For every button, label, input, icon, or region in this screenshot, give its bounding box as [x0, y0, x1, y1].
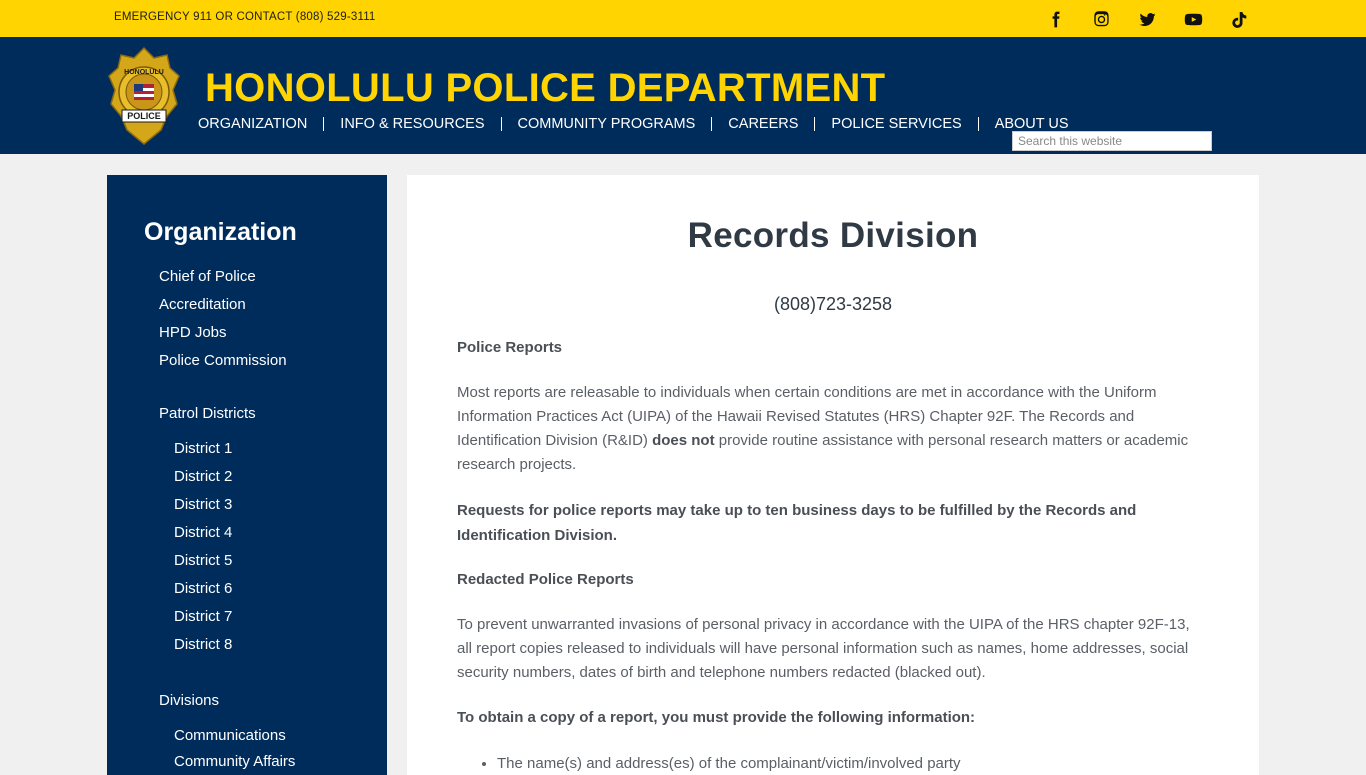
- sidebar-divisions[interactable]: Divisions: [159, 692, 219, 709]
- nav-divider: [814, 117, 816, 131]
- nav-careers[interactable]: CAREERS: [728, 115, 798, 133]
- search-input[interactable]: [1012, 131, 1212, 151]
- sidebar-district-4[interactable]: District 4: [174, 524, 232, 541]
- division-phone: (808)723-3258: [773, 294, 893, 314]
- redaction-paragraph: To prevent unwarranted invasions of pers…: [457, 616, 1190, 681]
- top-bar: EMERGENCY 911 OR CONTACT (808) 529-3111: [0, 0, 1366, 37]
- main-nav: ORGANIZATION INFO & RESOURCES COMMUNITY …: [198, 114, 1069, 134]
- nav-info-resources[interactable]: INFO & RESOURCES: [340, 115, 484, 133]
- sidebar-link-accreditation[interactable]: Accreditation: [159, 296, 246, 313]
- sidebar-division-community-affairs[interactable]: Community Affairs: [174, 753, 295, 770]
- sidebar-district-2[interactable]: District 2: [174, 468, 232, 485]
- sidebar-district-6[interactable]: District 6: [174, 580, 232, 597]
- nav-divider: [323, 117, 325, 131]
- facebook-icon[interactable]: [1044, 8, 1066, 30]
- page-title: Records Division: [687, 216, 979, 255]
- list-item: The name(s) and address(es) of the compl…: [497, 755, 1203, 772]
- sidebar-title: Organization: [144, 218, 297, 246]
- nav-divider: [500, 117, 502, 131]
- required-info-list: The name(s) and address(es) of the compl…: [497, 755, 1203, 772]
- youtube-icon[interactable]: [1182, 8, 1204, 30]
- sidebar-patrol-districts[interactable]: Patrol Districts: [159, 405, 256, 422]
- hpd-badge-logo[interactable]: HONOLULU POLICE: [107, 46, 181, 146]
- main-content: Records Division (808)723-3258 Police Re…: [407, 175, 1259, 775]
- badge-text-top: HONOLULU: [124, 69, 164, 76]
- sidebar-link-chief[interactable]: Chief of Police: [159, 268, 256, 285]
- obtain-report-instructions: To obtain a copy of a report, you must p…: [457, 709, 976, 726]
- emphasis-text: does not: [652, 432, 715, 449]
- sidebar-district-8[interactable]: District 8: [174, 636, 232, 653]
- sidebar-district-3[interactable]: District 3: [174, 496, 232, 513]
- sidebar-division-communications[interactable]: Communications: [174, 727, 286, 744]
- sidebar-district-1[interactable]: District 1: [174, 440, 232, 457]
- nav-police-services[interactable]: POLICE SERVICES: [831, 115, 961, 133]
- nav-divider: [711, 117, 713, 131]
- redacted-reports-heading: Redacted Police Reports: [457, 571, 634, 588]
- tiktok-icon[interactable]: [1228, 8, 1250, 30]
- twitter-icon[interactable]: [1136, 8, 1158, 30]
- nav-community-programs[interactable]: COMMUNITY PROGRAMS: [518, 115, 696, 133]
- emergency-contact: EMERGENCY 911 OR CONTACT (808) 529-3111: [114, 11, 376, 23]
- sidebar-district-7[interactable]: District 7: [174, 608, 232, 625]
- police-reports-heading: Police Reports: [457, 339, 563, 356]
- police-reports-paragraph: Most reports are releasable to individua…: [457, 381, 1203, 477]
- sidebar-district-5[interactable]: District 5: [174, 552, 232, 569]
- site-title[interactable]: HONOLULU POLICE DEPARTMENT: [205, 64, 885, 112]
- sidebar: Organization Chief of Police Accreditati…: [107, 175, 387, 775]
- badge-text-bottom: POLICE: [127, 111, 161, 121]
- sidebar-link-hpd-jobs[interactable]: HPD Jobs: [159, 324, 227, 341]
- nav-organization[interactable]: ORGANIZATION: [198, 115, 307, 133]
- instagram-icon[interactable]: [1090, 8, 1112, 30]
- sidebar-link-police-commission[interactable]: Police Commission: [159, 352, 287, 369]
- nav-divider: [977, 117, 979, 131]
- processing-time-notice: Requests for police reports may take up …: [457, 502, 1137, 544]
